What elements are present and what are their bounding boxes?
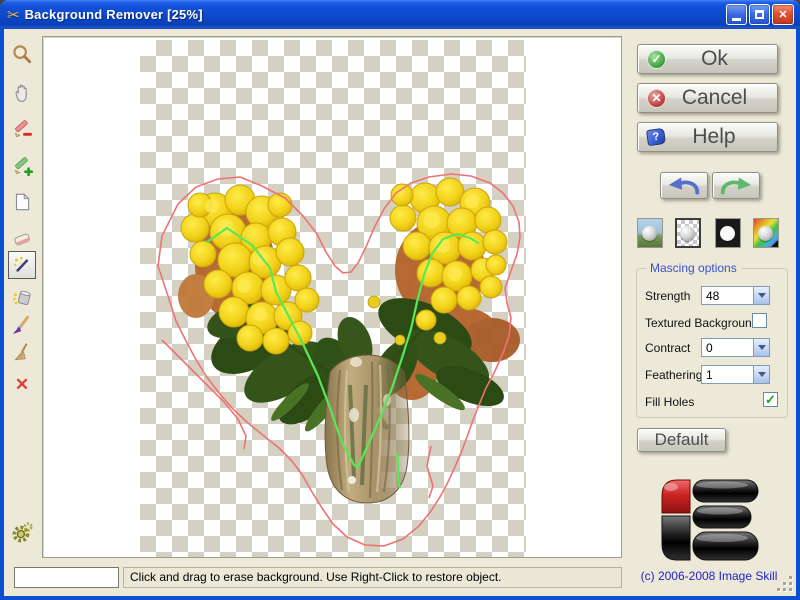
dropdown-arrow-icon[interactable] <box>753 366 769 383</box>
sphere-icon <box>758 226 773 241</box>
image-canvas[interactable] <box>42 36 622 558</box>
maximize-button[interactable] <box>749 4 770 25</box>
window-title: Background Remover [25%] <box>25 7 203 22</box>
minimize-button[interactable] <box>726 4 747 25</box>
ok-check-icon: ✓ <box>647 50 666 69</box>
broom-icon <box>11 341 33 363</box>
title-bar[interactable]: ✂ Background Remover [25%] ✕ <box>0 0 800 29</box>
paintbrush-icon <box>11 314 33 336</box>
fill-tool-button[interactable] <box>8 283 36 311</box>
contract-value: 0 <box>702 339 753 356</box>
fill-holes-label: Fill Holes <box>645 395 694 409</box>
undo-arrow-icon <box>665 175 703 197</box>
view-mask-button[interactable] <box>715 218 741 248</box>
maximize-icon <box>755 10 764 19</box>
hand-icon <box>11 82 33 104</box>
magic-wand-tool-button[interactable] <box>8 251 36 279</box>
erase-pen-tool-button[interactable] <box>8 115 36 143</box>
redo-button[interactable] <box>712 172 760 199</box>
restore-pen-tool-button[interactable] <box>8 152 36 180</box>
feathering-combobox[interactable]: 1 <box>701 365 770 384</box>
fill-holes-checkbox[interactable]: ✓ <box>763 392 778 407</box>
scissors-app-icon: ✂ <box>7 6 20 24</box>
bucket-icon <box>11 286 33 308</box>
eraser-icon <box>11 228 33 250</box>
ok-button-label: Ok <box>666 47 763 71</box>
cancel-button-label: Cancel <box>666 86 763 110</box>
status-input[interactable] <box>14 567 119 588</box>
magic-wand-icon <box>11 254 33 276</box>
settings-button[interactable] <box>8 519 36 547</box>
group-title: Mascing options <box>646 261 741 275</box>
red-x-icon: ✕ <box>15 375 29 395</box>
masking-options-group: Mascing options Strength 48 Textured Bac… <box>636 268 788 418</box>
feathering-label: Feathering <box>645 368 702 382</box>
strength-label: Strength <box>645 289 690 303</box>
contract-combobox[interactable]: 0 <box>701 338 770 357</box>
status-message: Click and drag to erase background. Use … <box>123 567 622 588</box>
help-button-label: Help <box>665 125 763 149</box>
redo-arrow-icon <box>717 175 755 197</box>
help-button[interactable]: ? Help <box>637 122 778 152</box>
default-button[interactable]: Default <box>637 428 726 452</box>
flower-bouquet-image <box>140 40 526 557</box>
close-icon: ✕ <box>778 8 787 21</box>
pencil-plus-icon <box>11 155 33 177</box>
view-on-background-button[interactable] <box>637 218 663 248</box>
copyright-text: (c) 2006-2008 Image Skill <box>624 569 794 583</box>
strength-combobox[interactable]: 48 <box>701 286 770 305</box>
pencil-minus-icon <box>11 118 33 140</box>
background-remover-window: ✂ Background Remover [25%] ✕ <box>0 0 800 600</box>
brush-tool-button[interactable] <box>8 311 36 339</box>
magnifier-icon <box>11 43 33 65</box>
sphere-icon <box>680 226 695 241</box>
delete-tool-button[interactable]: ✕ <box>8 371 36 399</box>
strength-value: 48 <box>702 287 753 304</box>
check-icon: ✓ <box>765 393 776 406</box>
pan-tool-button[interactable] <box>8 79 36 107</box>
transparency-checkerboard <box>140 40 526 557</box>
circle-mask-icon <box>720 226 735 241</box>
zoom-tool-button[interactable] <box>8 40 36 68</box>
help-book-icon: ? <box>646 128 666 146</box>
blank-page-icon <box>11 191 33 213</box>
close-button[interactable]: ✕ <box>772 4 794 25</box>
default-button-label: Default <box>655 430 709 450</box>
feathering-value: 1 <box>702 366 753 383</box>
cancel-x-icon: ✕ <box>647 89 666 108</box>
cancel-button[interactable]: ✕ Cancel <box>637 83 778 113</box>
gear-icon <box>10 521 34 545</box>
view-on-color-button[interactable] <box>753 218 779 248</box>
textured-background-label: Textured Background <box>645 316 758 330</box>
dropdown-corner-icon <box>771 240 778 247</box>
image-skill-logo <box>660 478 760 562</box>
dropdown-arrow-icon[interactable] <box>753 287 769 304</box>
dropdown-arrow-icon[interactable] <box>753 339 769 356</box>
view-on-checkerboard-button[interactable] <box>675 218 701 248</box>
undo-button[interactable] <box>660 172 708 199</box>
broom-tool-button[interactable] <box>8 338 36 366</box>
new-page-tool-button[interactable] <box>8 188 36 216</box>
minimize-icon <box>732 18 741 21</box>
ok-button[interactable]: ✓ Ok <box>637 44 778 74</box>
textured-background-checkbox[interactable] <box>752 313 767 328</box>
sphere-icon <box>642 226 657 241</box>
eraser-tool-button[interactable] <box>8 225 36 253</box>
contract-label: Contract <box>645 341 690 355</box>
